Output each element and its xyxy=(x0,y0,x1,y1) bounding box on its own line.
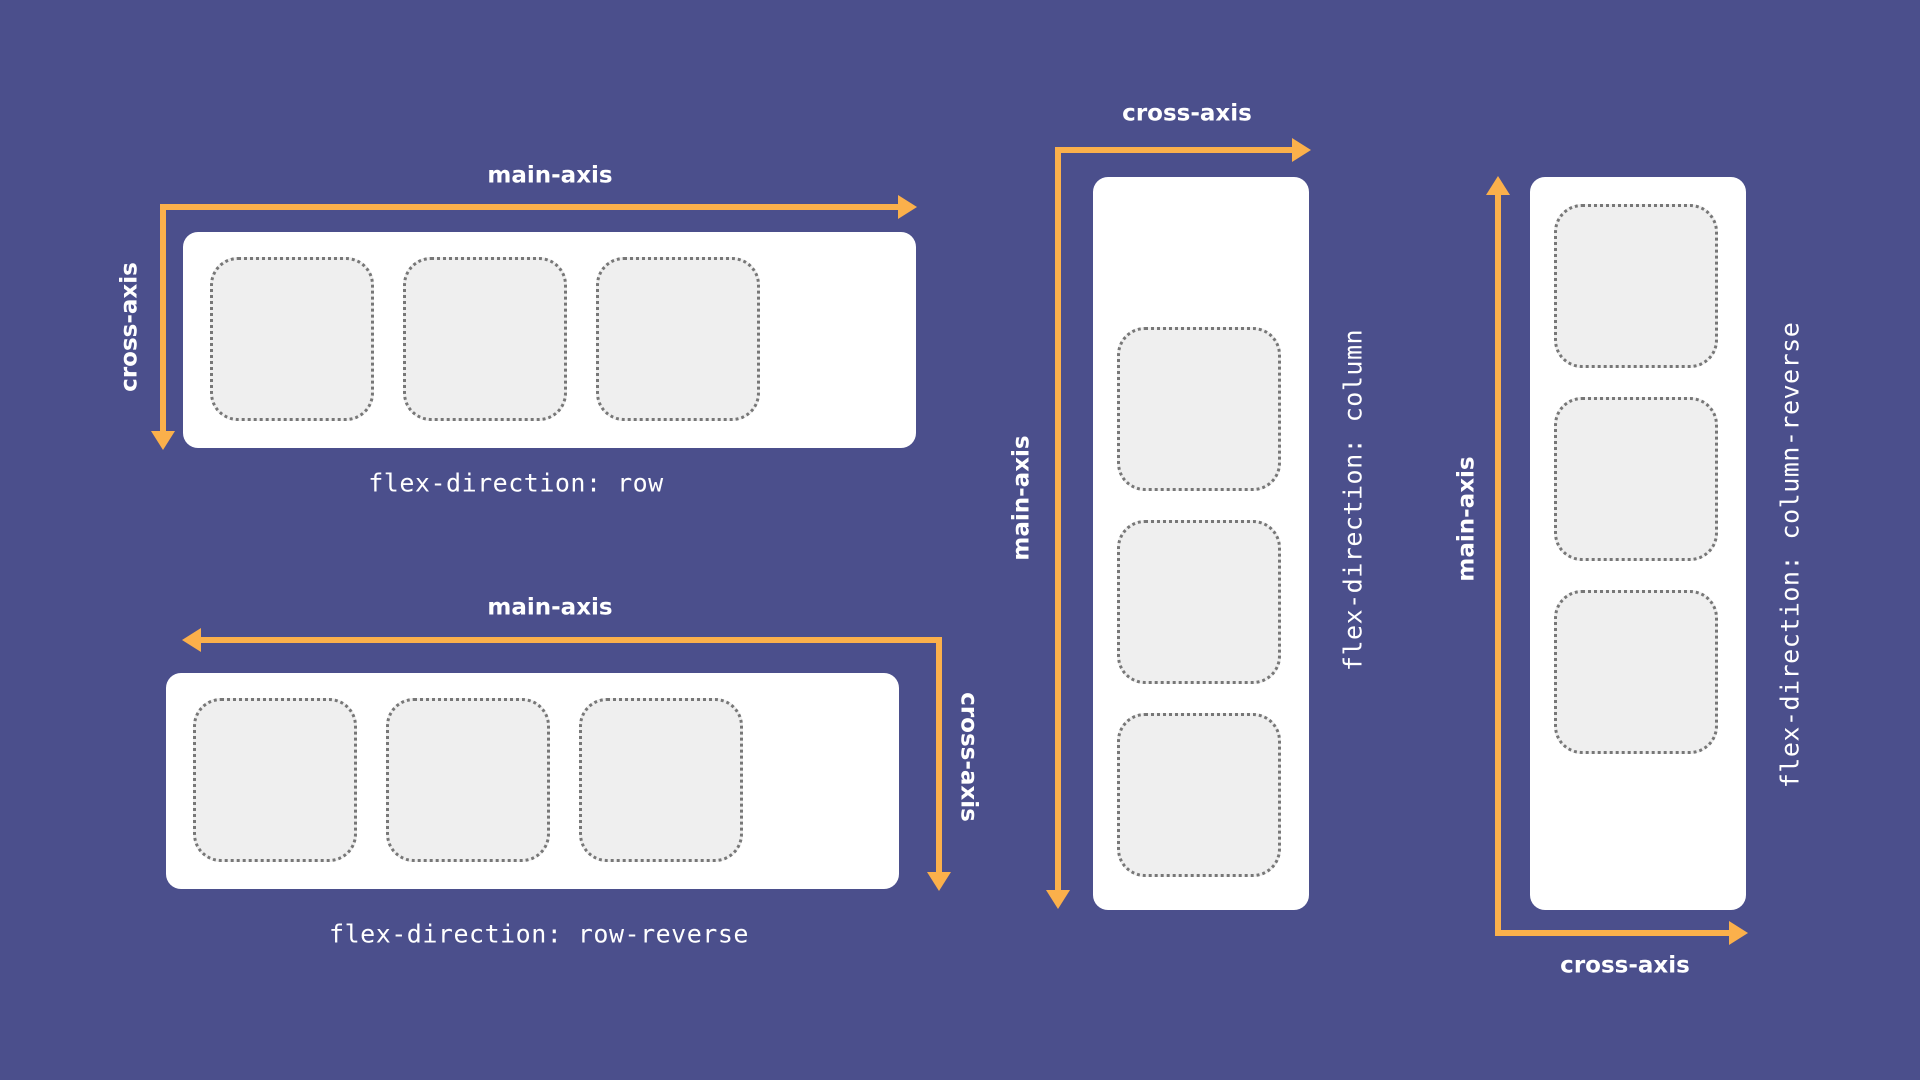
row-reverse-item-3 xyxy=(579,698,743,862)
row-main-arrowhead xyxy=(898,195,917,219)
row-cross-axis-label: cross-axis xyxy=(116,262,143,392)
row-item-3 xyxy=(596,257,760,421)
column-item-2 xyxy=(1117,520,1281,684)
column-cross-axis-label: cross-axis xyxy=(1122,100,1252,127)
row-reverse-main-arrowhead xyxy=(182,628,201,652)
flex-direction-diagram: main-axis cross-axis flex-direction: row… xyxy=(0,0,1920,1080)
row-reverse-cross-axis-label: cross-axis xyxy=(955,692,982,822)
column-container xyxy=(1093,177,1309,910)
column-item-3 xyxy=(1117,713,1281,877)
column-reverse-container xyxy=(1530,177,1746,910)
column-reverse-cross-arrowhead xyxy=(1729,921,1748,945)
column-reverse-main-axis-label: main-axis xyxy=(1453,456,1480,582)
row-reverse-item-2 xyxy=(386,698,550,862)
row-reverse-main-axis-label: main-axis xyxy=(487,594,613,621)
column-reverse-item-3 xyxy=(1554,590,1718,754)
row-reverse-caption: flex-direction: row-reverse xyxy=(329,919,749,949)
column-item-1 xyxy=(1117,327,1281,491)
row-main-axis-label: main-axis xyxy=(487,162,613,189)
row-reverse-item-1 xyxy=(193,698,357,862)
row-item-1 xyxy=(210,257,374,421)
row-reverse-container xyxy=(166,673,899,889)
column-reverse-item-1 xyxy=(1554,204,1718,368)
row-item-2 xyxy=(403,257,567,421)
row-cross-arrowhead xyxy=(151,431,175,450)
column-main-arrowhead xyxy=(1046,890,1070,909)
column-reverse-item-2 xyxy=(1554,397,1718,561)
column-reverse-main-arrowhead xyxy=(1486,176,1510,195)
row-reverse-cross-arrowhead xyxy=(927,872,951,891)
column-reverse-caption: flex-direction: column-reverse xyxy=(1775,321,1805,789)
column-main-axis-label: main-axis xyxy=(1008,435,1035,561)
row-container xyxy=(183,232,916,448)
column-caption: flex-direction: column xyxy=(1338,328,1368,672)
column-cross-arrowhead xyxy=(1292,138,1311,162)
row-caption: flex-direction: row xyxy=(368,468,664,498)
column-reverse-cross-axis-label: cross-axis xyxy=(1560,952,1690,979)
